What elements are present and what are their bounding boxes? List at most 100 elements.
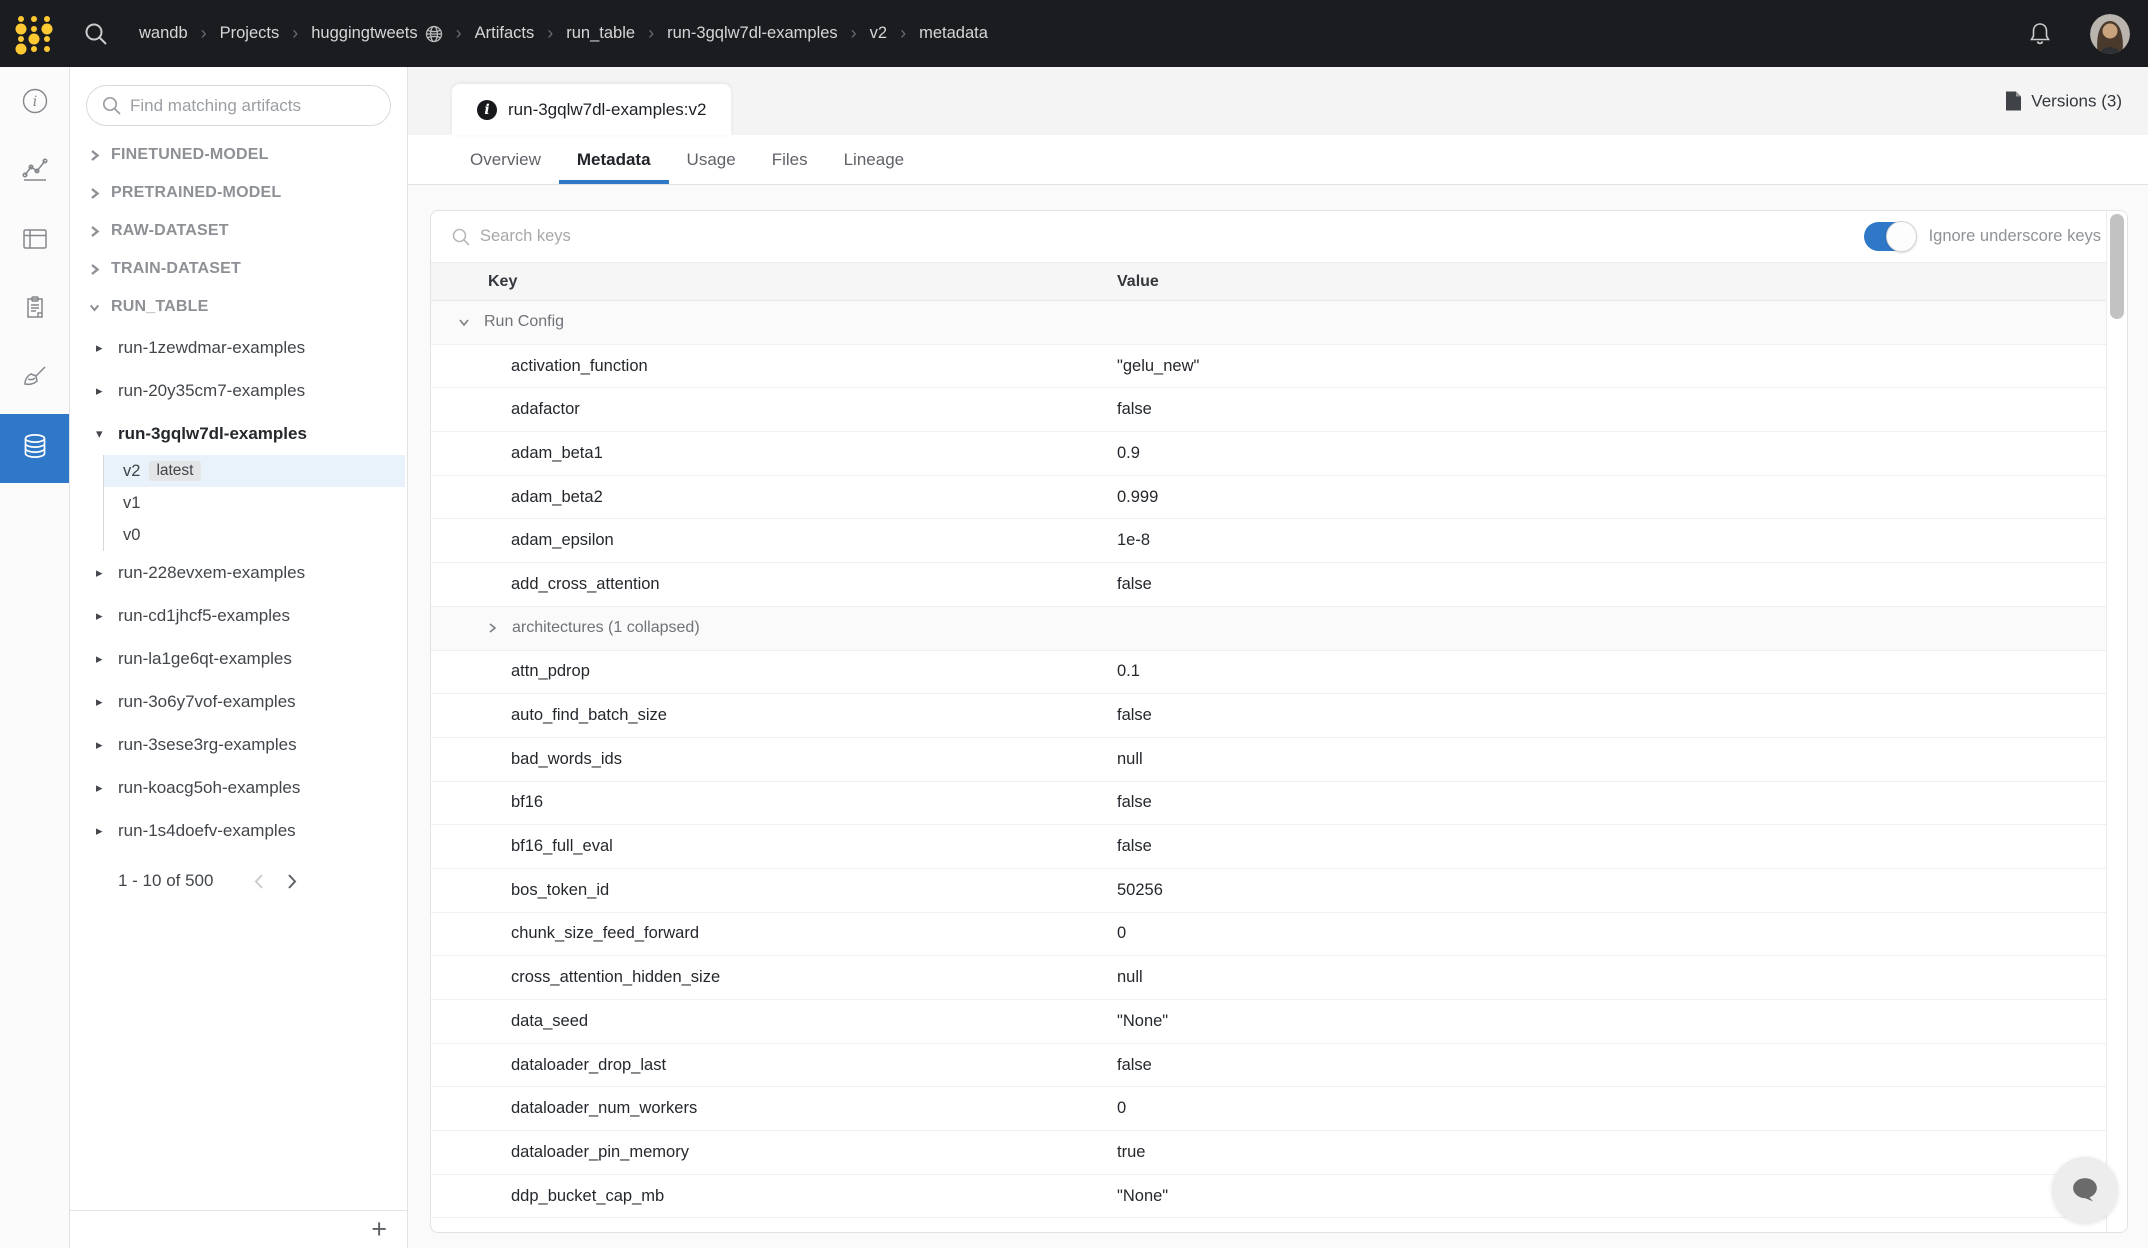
artifact-run-item[interactable]: ▸ run-1zewdmar-examples [70, 326, 407, 369]
artifact-type-raw-dataset[interactable]: RAW-DATASET [70, 212, 407, 250]
artifact-type-finetuned-model[interactable]: FINETUNED-MODEL [70, 136, 407, 174]
artifact-type-label: RUN_TABLE [111, 298, 209, 316]
artifact-version-tab[interactable]: i run-3gqlw7dl-examples:v2 [452, 84, 731, 135]
version-list: v2 latest v1 v0 [103, 455, 405, 551]
runs-pagination: 1 - 10 of 500 [70, 866, 407, 896]
nav-artifacts-item[interactable] [0, 414, 69, 483]
breadcrumb-project-name[interactable]: huggingtweets [311, 24, 417, 43]
metadata-section-row[interactable]: architectures (1 collapsed) [431, 607, 2127, 651]
artifact-run-item[interactable]: ▸ run-228evxem-examples [70, 551, 407, 594]
nav-overview-item[interactable]: i [0, 69, 69, 138]
user-avatar[interactable] [2090, 14, 2130, 54]
breadcrumb-separator: › [456, 23, 462, 44]
charts-icon [20, 155, 50, 190]
artifact-type-run-table[interactable]: RUN_TABLE [70, 288, 407, 326]
artifact-type-label: PRETRAINED-MODEL [111, 184, 281, 202]
metadata-key: attn_pdrop [431, 662, 1117, 681]
versions-button[interactable]: Versions (3) [2005, 91, 2122, 112]
pagination-prev-button[interactable] [250, 873, 268, 890]
version-label: v1 [123, 494, 140, 513]
left-icon-rail: i [0, 67, 70, 1248]
search-icon [451, 227, 471, 247]
scrollbar-thumb[interactable] [2110, 214, 2124, 319]
metadata-row: data_seed "None" [431, 1000, 2127, 1044]
metadata-value: false [1117, 793, 1152, 812]
metadata-table-header: Key Value [431, 263, 2127, 301]
chevron-right-icon [88, 263, 101, 276]
artifact-type-train-dataset[interactable]: TRAIN-DATASET [70, 250, 407, 288]
breadcrumb-wandb[interactable]: wandb [139, 24, 188, 43]
metadata-content: Ignore underscore keys Key Value Run Con… [408, 185, 2148, 1248]
metadata-key: data_seed [431, 1012, 1117, 1031]
version-label: v0 [123, 526, 140, 545]
tab-files[interactable]: Files [754, 135, 826, 184]
tab-lineage[interactable]: Lineage [826, 135, 923, 184]
breadcrumb-artifact-name[interactable]: run-3gqlw7dl-examples [667, 24, 838, 43]
metadata-key: bad_words_ids [431, 750, 1117, 769]
artifact-tabs: Overview Metadata Usage Files Lineage [408, 135, 2148, 185]
nav-charts-item[interactable] [0, 138, 69, 207]
artifact-run-item[interactable]: ▸ run-3o6y7vof-examples [70, 680, 407, 723]
breadcrumb-artifacts[interactable]: Artifacts [475, 24, 535, 43]
artifact-type-label: RAW-DATASET [111, 222, 229, 240]
tab-overview[interactable]: Overview [452, 135, 559, 184]
nav-sweeps-item[interactable] [0, 345, 69, 414]
metadata-section-row[interactable]: Run Config [431, 301, 2127, 345]
toggle-label: Ignore underscore keys [1929, 227, 2101, 246]
run-label: run-3o6y7vof-examples [118, 692, 296, 712]
metadata-value: "None" [1117, 1012, 1168, 1031]
tab-usage[interactable]: Usage [669, 135, 754, 184]
toggle-knob [1886, 221, 1917, 252]
breadcrumb-projects[interactable]: Projects [220, 24, 280, 43]
artifact-run-item[interactable]: ▸ run-3sese3rg-examples [70, 723, 407, 766]
run-label: run-228evxem-examples [118, 563, 305, 583]
nav-tables-item[interactable] [0, 207, 69, 276]
info-icon: i [20, 86, 50, 121]
metadata-key: adam_epsilon [431, 531, 1117, 550]
pagination-range: 1 - 10 of 500 [118, 871, 250, 891]
reports-icon [20, 293, 50, 328]
artifact-run-item[interactable]: ▸ run-cd1jhcf5-examples [70, 594, 407, 637]
wandb-logo-icon[interactable] [11, 11, 57, 57]
metadata-search-row: Ignore underscore keys [431, 211, 2127, 263]
breadcrumb-metadata[interactable]: metadata [919, 24, 988, 43]
pagination-next-button[interactable] [283, 873, 301, 890]
version-item-v1[interactable]: v1 [104, 487, 405, 519]
artifact-run-item[interactable]: ▸ run-la1ge6qt-examples [70, 637, 407, 680]
section-label: architectures (1 collapsed) [512, 619, 700, 637]
metadata-search-input[interactable] [480, 227, 1080, 246]
ignore-underscore-toggle[interactable] [1864, 222, 1916, 251]
artifact-run-item[interactable]: ▸ run-koacg5oh-examples [70, 766, 407, 809]
triangle-right-icon: ▸ [96, 340, 109, 356]
nav-reports-item[interactable] [0, 276, 69, 345]
metadata-key: cross_attention_hidden_size [431, 968, 1117, 987]
triangle-right-icon: ▸ [96, 823, 109, 839]
artifact-run-item-selected[interactable]: ▾ run-3gqlw7dl-examples [70, 412, 407, 455]
column-header-value: Value [1117, 273, 1159, 291]
section-label: Run Config [484, 313, 564, 331]
artifact-search-input[interactable] [130, 96, 376, 116]
metadata-key: bos_token_id [431, 881, 1117, 900]
search-icon[interactable] [83, 21, 109, 47]
metadata-value: false [1117, 706, 1152, 725]
metadata-row: cross_attention_hidden_size null [431, 956, 2127, 1000]
version-item-v0[interactable]: v0 [104, 519, 405, 551]
tab-metadata[interactable]: Metadata [559, 135, 669, 184]
notifications-bell-icon[interactable] [2026, 20, 2054, 48]
breadcrumb-artifact-type[interactable]: run_table [566, 24, 635, 43]
breadcrumb-separator: › [851, 23, 857, 44]
scrollbar-track[interactable] [2106, 211, 2127, 1232]
artifact-search-box [86, 85, 391, 126]
breadcrumb-version[interactable]: v2 [870, 24, 887, 43]
metadata-key: adafactor [431, 400, 1117, 419]
breadcrumb-separator: › [292, 23, 298, 44]
run-label: run-1zewdmar-examples [118, 338, 305, 358]
chat-support-button[interactable] [2052, 1157, 2118, 1223]
artifact-run-item[interactable]: ▸ run-20y35cm7-examples [70, 369, 407, 412]
add-artifact-button[interactable]: + [371, 1216, 387, 1243]
artifact-run-item[interactable]: ▸ run-1s4doefv-examples [70, 809, 407, 852]
run-label: run-koacg5oh-examples [118, 778, 300, 798]
artifact-type-pretrained-model[interactable]: PRETRAINED-MODEL [70, 174, 407, 212]
globe-icon [425, 25, 443, 43]
version-item-v2[interactable]: v2 latest [104, 455, 405, 487]
